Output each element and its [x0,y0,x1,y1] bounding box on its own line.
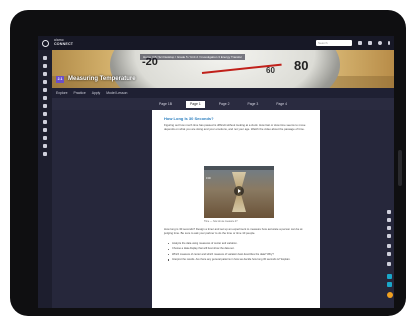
video-player[interactable]: 0:00 [204,166,274,218]
people-icon[interactable] [43,120,47,124]
activity-paragraph: How long is 30 seconds? Design a timer a… [164,227,303,235]
tab-page-4[interactable]: Page 4 [272,101,291,108]
lesson-document: How Long Is 30 Seconds? Figuring out how… [152,110,320,308]
page-title: Measuring Temperature [68,76,136,82]
video-icon[interactable] [43,104,47,108]
brand-name: CONNECT [54,42,74,46]
message-icon[interactable] [43,112,47,116]
home-icon[interactable] [43,56,47,60]
tablet-frame: alamo CONNECT Search -20 80 60 Home / My… [10,10,406,316]
help-icon[interactable] [43,152,47,156]
menu-icon[interactable] [388,41,390,45]
page-tabs: Page 1B Page 1 Page 2 Page 3 Page 4 [52,98,394,110]
audio-icon[interactable] [387,282,392,287]
tab-page-3[interactable]: Page 3 [244,101,263,108]
app-screen: alamo CONNECT Search -20 80 60 Home / My… [38,36,394,308]
flag-icon[interactable] [43,136,47,140]
folder-icon[interactable] [43,96,47,100]
book-icon[interactable] [43,64,47,68]
settings-icon[interactable] [43,144,47,148]
subnav-item-practice[interactable]: Practice [74,91,86,95]
lesson-banner: -20 80 60 Home / My Sci Desktop / Grade … [52,50,394,88]
list-item: Interpret the results. Are there any gen… [168,258,312,261]
right-tool-rail [384,206,394,308]
tab-page-1b[interactable]: Page 1B [155,101,176,108]
star-icon[interactable] [43,128,47,132]
subnav-item-explore[interactable]: Explore [56,91,68,95]
video-time: 0:00 [206,177,211,180]
user-avatar-icon[interactable] [378,41,382,45]
gauge-number: 80 [294,58,309,73]
section-heading: How Long Is 30 Seconds? [164,116,214,121]
list-item: Analyze the data using measures of cente… [168,242,312,245]
list-item: Choose a data display that will best sho… [168,247,312,250]
list-item: Which measure of center and which measur… [168,253,312,256]
subnav-item-apply[interactable]: Apply [92,91,100,95]
play-icon[interactable] [234,186,244,196]
tablet-side-button [398,150,402,186]
pencil-icon[interactable] [387,218,391,222]
tab-page-1[interactable]: Page 1 [186,100,205,108]
top-bar: alamo CONNECT Search [38,36,394,50]
brand: alamo CONNECT [54,39,73,46]
notification-icon[interactable] [368,41,372,45]
breadcrumb[interactable]: Home / My Sci Desktop / Grade 5 / Unit 2… [140,54,246,60]
print-icon[interactable] [387,244,391,248]
intro-paragraph: Figuring out how much time has passed is… [164,123,306,131]
chat-help-icon[interactable] [387,292,393,298]
tab-page-2[interactable]: Page 2 [215,101,234,108]
bullet-list: Analyze the data using measures of cente… [168,242,312,264]
subnav-item-model-lesson[interactable]: Model Lesson [106,91,127,95]
expand-icon[interactable] [387,210,391,214]
gauge-number: 60 [266,66,275,75]
left-nav [38,50,52,308]
video-caption: Time — how do we measure it? [204,220,238,223]
search-input[interactable]: Search [316,40,352,46]
video-control-bar[interactable]: 0:00 [204,166,274,180]
translate-icon[interactable] [387,274,392,279]
assignment-icon[interactable] [43,80,47,84]
calendar-icon[interactable] [43,72,47,76]
highlight-icon[interactable] [387,226,391,230]
share-icon[interactable] [387,252,391,256]
note-icon[interactable] [387,234,391,238]
lesson-subnav: Explore Practice Apply Model Lesson [52,88,394,98]
bookmark-icon[interactable] [387,262,391,266]
app-logo-icon[interactable] [42,39,49,47]
lesson-badge: 2.1 [56,76,64,83]
grid-icon[interactable] [358,41,362,45]
chart-icon[interactable] [43,88,47,92]
